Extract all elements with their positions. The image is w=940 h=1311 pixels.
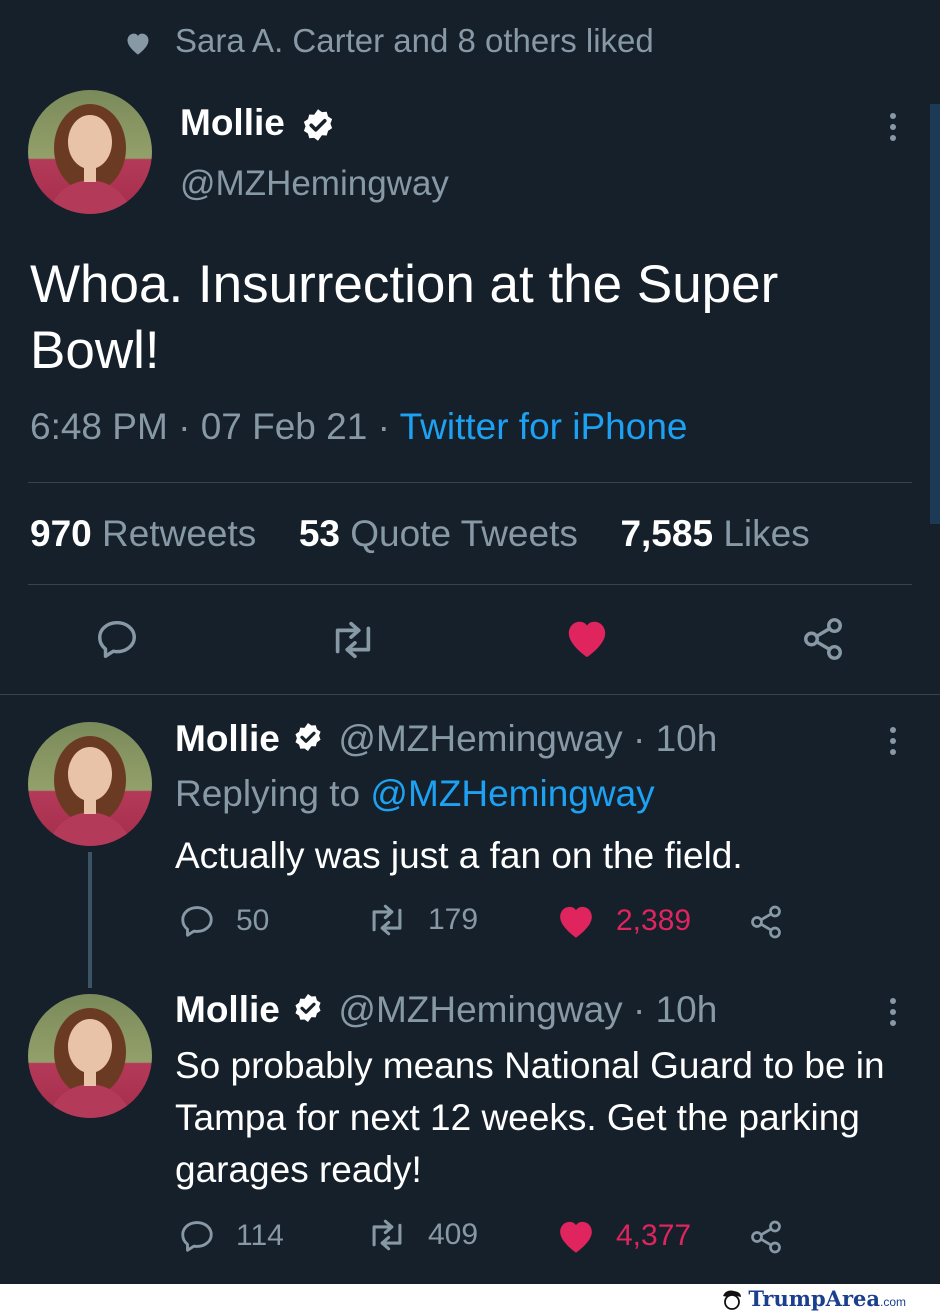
trump-logo-icon — [720, 1288, 744, 1310]
watermark-text: TrumpArea — [748, 1286, 880, 1311]
like-icon — [556, 902, 596, 940]
replying-label: Replying to — [175, 773, 361, 814]
like-icon — [556, 1217, 596, 1255]
share-icon[interactable] — [748, 1219, 784, 1255]
quotes-count: 53 — [298, 513, 340, 554]
reply-icon — [178, 1217, 216, 1255]
like-button[interactable]: 4,377 — [556, 1217, 691, 1255]
separator: · — [377, 406, 390, 447]
divider — [28, 482, 912, 483]
tweet-time: 6:48 PM — [30, 406, 168, 447]
tweet-stats: 970 Retweets 53 Quote Tweets 7,585 Likes — [30, 513, 810, 555]
tweet-source-link[interactable]: Twitter for iPhone — [400, 406, 688, 447]
verified-badge-icon — [300, 107, 336, 148]
reply-display-name[interactable]: Mollie — [175, 989, 280, 1030]
avatar[interactable] — [28, 722, 152, 846]
more-options-icon[interactable] — [890, 113, 898, 146]
separator: · — [178, 406, 191, 447]
share-icon[interactable] — [748, 904, 784, 940]
retweets-label: Retweets — [102, 513, 257, 554]
verified-badge-icon — [292, 720, 324, 762]
reply-display-name[interactable]: Mollie — [175, 718, 280, 759]
reply-count: 50 — [236, 904, 270, 937]
likes-stat[interactable]: 7,585 Likes — [620, 513, 809, 554]
reply-button[interactable]: 50 — [178, 902, 269, 940]
retweet-icon[interactable] — [328, 618, 378, 662]
verified-badge-icon — [292, 991, 324, 1033]
divider — [28, 584, 912, 585]
thread-line — [88, 852, 92, 988]
reply-time: · 10h — [632, 718, 718, 759]
retweets-stat[interactable]: 970 Retweets — [30, 513, 256, 554]
retweet-count: 409 — [428, 1218, 479, 1251]
share-icon[interactable] — [800, 616, 846, 662]
heart-icon — [124, 30, 152, 56]
like-button[interactable]: 2,389 — [556, 902, 691, 940]
reply-handle[interactable]: @MZHemingway — [338, 989, 622, 1030]
display-name[interactable]: Mollie — [180, 102, 285, 144]
reply-header: Mollie @MZHemingway · 10h — [175, 989, 717, 1033]
reply-count: 114 — [236, 1219, 284, 1252]
quotes-stat[interactable]: 53 Quote Tweets — [299, 513, 578, 554]
tweet-meta: 6:48 PM · 07 Feb 21 · Twitter for iPhone — [30, 406, 687, 448]
watermark-suffix: .com — [879, 1294, 906, 1309]
like-icon[interactable] — [564, 616, 610, 660]
reply-icon — [178, 902, 216, 940]
scroll-indicator[interactable] — [930, 104, 940, 524]
likes-count: 7,585 — [620, 513, 714, 554]
social-context-text: Sara A. Carter and 8 others liked — [175, 22, 654, 59]
retweet-button[interactable]: 179 — [366, 902, 478, 938]
replying-to: Replying to @MZHemingway — [175, 773, 655, 815]
reply-handle[interactable]: @MZHemingway — [338, 718, 622, 759]
reply-text: Actually was just a fan on the field. — [175, 835, 743, 876]
more-options-icon[interactable] — [890, 998, 898, 1031]
replying-to-link[interactable]: @MZHemingway — [370, 773, 654, 814]
avatar[interactable] — [28, 90, 152, 214]
retweet-icon — [366, 1217, 408, 1253]
like-count: 4,377 — [616, 1219, 692, 1252]
retweets-count: 970 — [30, 513, 92, 554]
handle[interactable]: @MZHemingway — [180, 164, 449, 204]
likes-label: Likes — [723, 513, 810, 554]
watermark: TrumpArea .com — [720, 1286, 906, 1311]
divider — [0, 694, 940, 695]
tweet-date: 07 Feb 21 — [200, 406, 368, 447]
retweet-icon — [366, 902, 408, 938]
retweet-count: 179 — [428, 903, 479, 936]
reply-time: · 10h — [632, 989, 718, 1030]
like-count: 2,389 — [616, 904, 692, 937]
quotes-label: Quote Tweets — [350, 513, 578, 554]
watermark-bar: TrumpArea .com — [0, 1284, 940, 1311]
tweet-text: Whoa. Insurrection at the Super Bowl! — [30, 255, 779, 380]
avatar[interactable] — [28, 994, 152, 1118]
reply-header: Mollie @MZHemingway · 10h — [175, 718, 717, 762]
reply-text: So probably means National Guard to be i… — [175, 1045, 885, 1190]
retweet-button[interactable]: 409 — [366, 1217, 478, 1253]
reply-icon[interactable] — [94, 616, 140, 662]
reply-button[interactable]: 114 — [178, 1217, 284, 1255]
more-options-icon[interactable] — [890, 727, 898, 760]
